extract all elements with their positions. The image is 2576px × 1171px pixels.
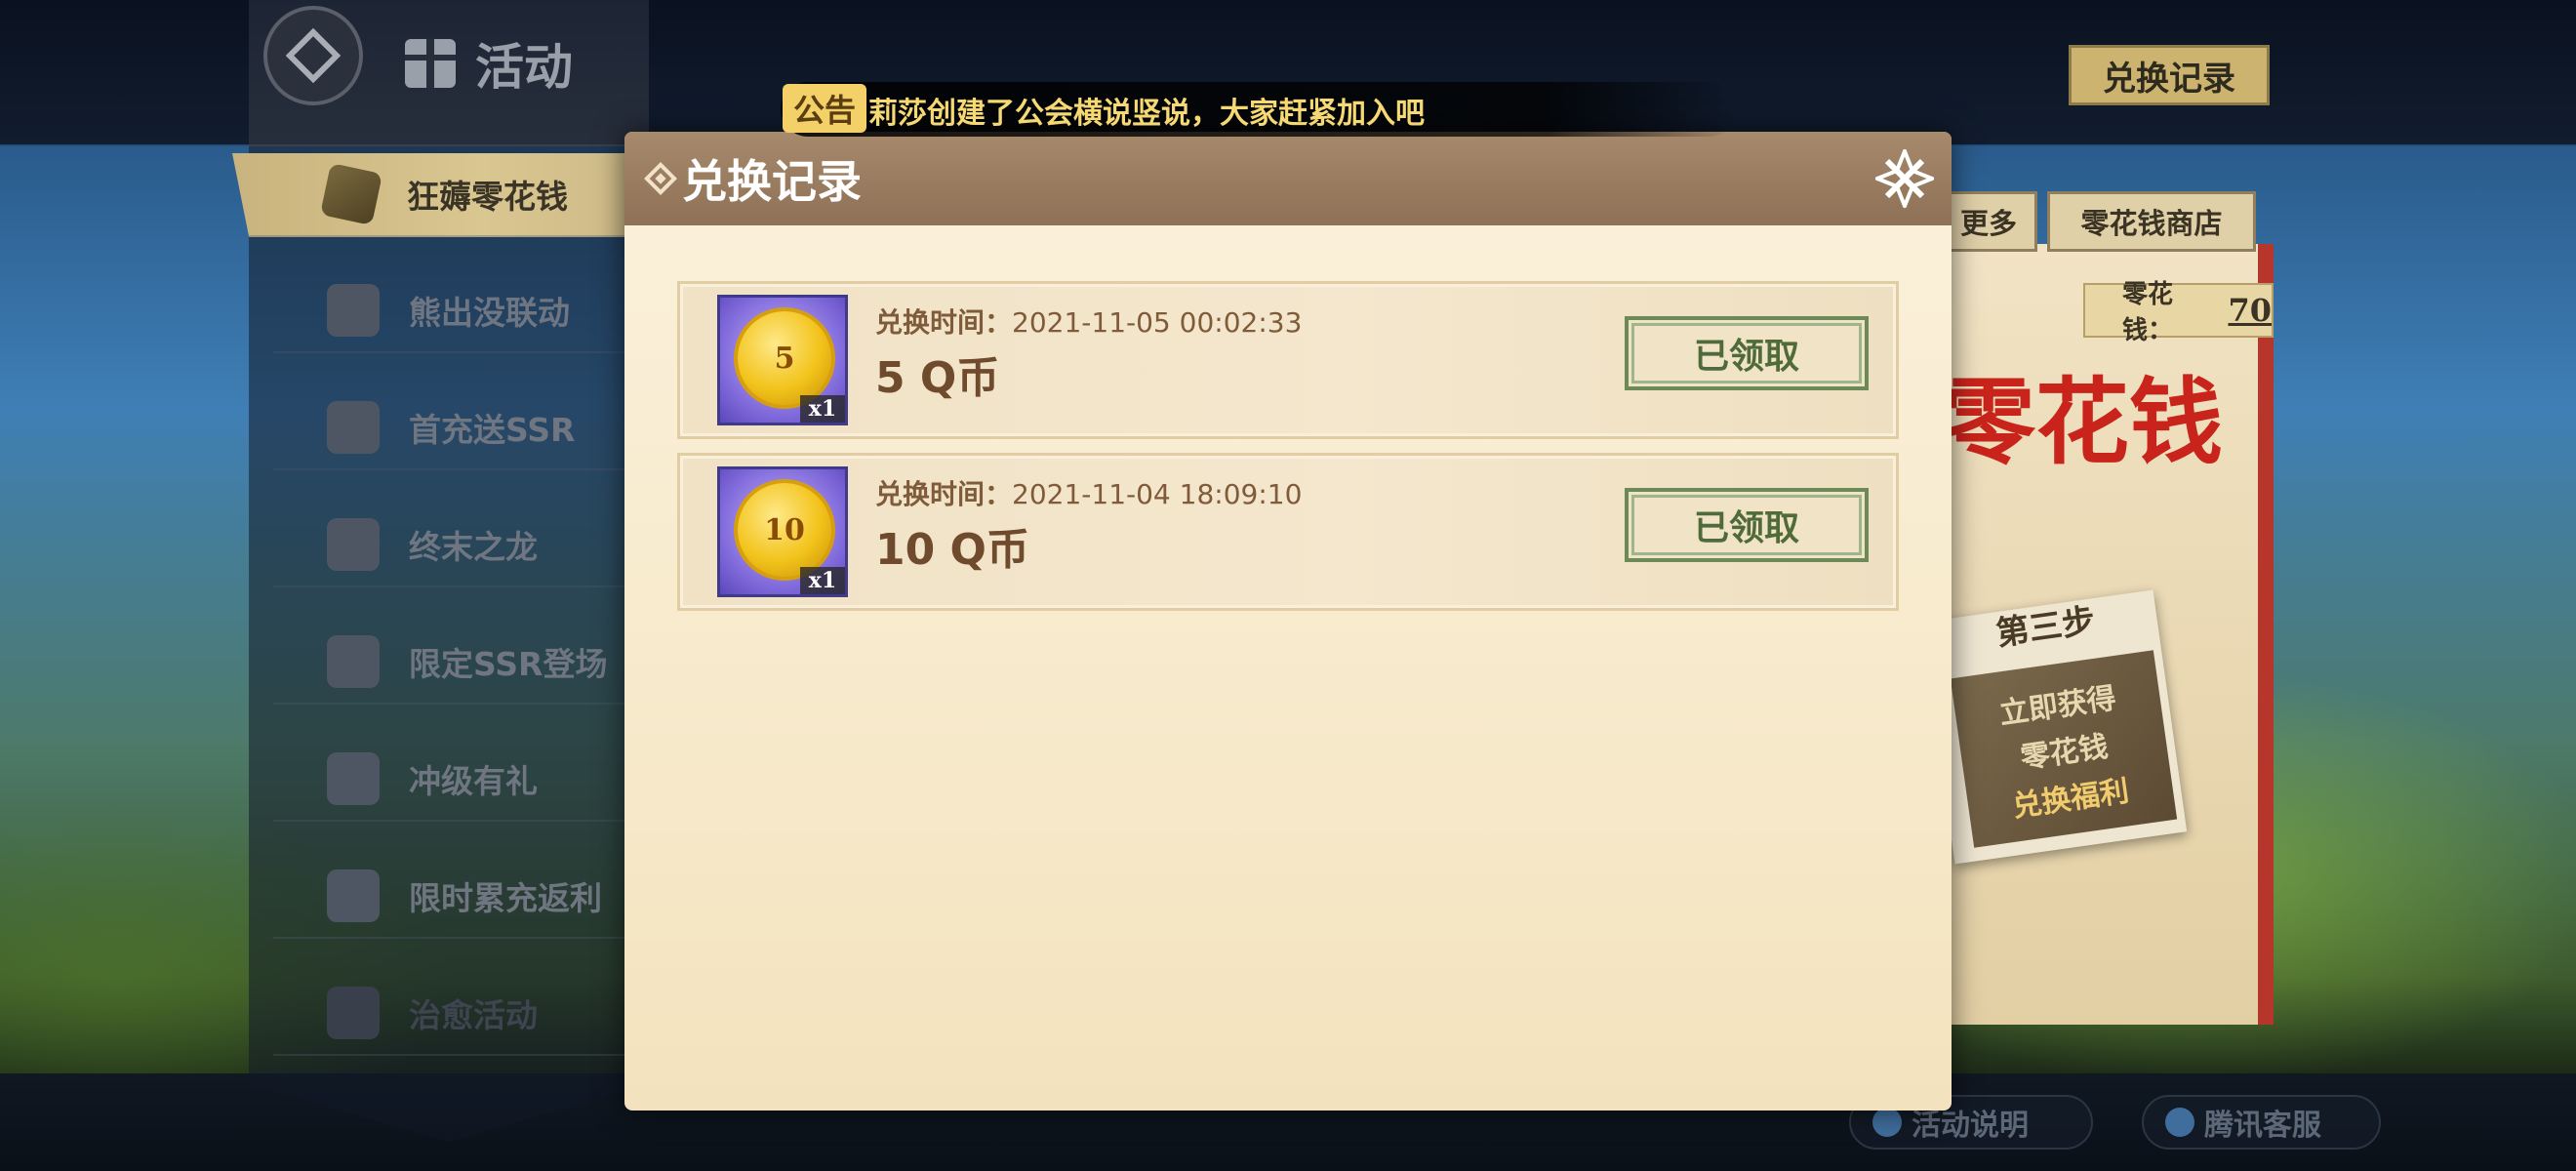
- record-time-value: 2021-11-04 18:09:10: [1012, 478, 1303, 510]
- customer-service-button[interactable]: 腾讯客服: [2142, 1095, 2381, 1150]
- sidebar-title: 活动: [405, 29, 573, 98]
- tab-allowance-shop[interactable]: 零花钱商店: [2047, 191, 2256, 252]
- quantity-badge: x1: [800, 395, 845, 423]
- record-time-value: 2021-11-05 00:02:33: [1012, 306, 1303, 339]
- dragon-icon: [327, 518, 380, 571]
- back-button[interactable]: [263, 6, 363, 105]
- sidebar-item-label: 狂薅零花钱: [407, 178, 568, 216]
- cake-icon: [327, 752, 380, 805]
- record-row: 5 x1 兑换时间：2021-11-05 00:02:33 5 Q币 已领取: [677, 281, 1899, 439]
- modal-header: 兑换记录: [624, 132, 1952, 225]
- record-time: 兑换时间：2021-11-05 00:02:33: [875, 302, 1302, 341]
- bear-icon: [327, 284, 380, 337]
- event-icon: [327, 987, 380, 1039]
- record-time-label: 兑换时间：: [875, 478, 1013, 510]
- tab-more[interactable]: 更多: [1940, 191, 2037, 252]
- exchange-record-button[interactable]: 兑换记录: [2069, 45, 2270, 105]
- claimed-button[interactable]: 已领取: [1625, 316, 1869, 390]
- sidebar-item-level-up-gift[interactable]: 冲级有礼: [273, 738, 634, 822]
- event-big-title: 零花钱: [1942, 367, 2223, 477]
- sidebar-item-limited-ssr[interactable]: 限定SSR登场: [273, 621, 634, 705]
- sidebar-item-label: 冲级有礼: [409, 762, 538, 800]
- reward-item-frame: 5 x1: [717, 295, 848, 425]
- allowance-value: 70: [2228, 292, 2272, 329]
- sidebar-item-label: 限定SSR登场: [409, 645, 608, 683]
- sidebar-item-label: 首充送SSR: [409, 411, 576, 449]
- sidebar-item-label: 终末之龙: [409, 528, 538, 566]
- allowance-counter: 零花钱： 70: [2083, 280, 2274, 345]
- sidebar-item-label: 治愈活动: [409, 996, 538, 1034]
- exchange-record-modal: 兑换记录 5 x1 兑换时间：2021-11-05 00:02:33 5 Q币 …: [624, 132, 1952, 1110]
- sidebar-item-label: 限时累充返利: [409, 879, 602, 917]
- back-diamond-icon: [285, 27, 342, 84]
- sidebar-item-heal-event[interactable]: 治愈活动: [273, 972, 634, 1056]
- gem-icon: [327, 869, 380, 922]
- sidebar-item-recharge-rebate[interactable]: 限时累充返利: [273, 855, 634, 939]
- figure-icon: [327, 635, 380, 688]
- gift-icon: [405, 39, 456, 88]
- sidebar-title-text: 活动: [475, 39, 573, 96]
- sidebar-item-final-dragon[interactable]: 终末之龙: [273, 504, 634, 587]
- step-line: 零花钱: [2018, 729, 2111, 776]
- customer-service-label: 腾讯客服: [2204, 1109, 2321, 1143]
- record-list: 5 x1 兑换时间：2021-11-05 00:02:33 5 Q币 已领取 1…: [677, 281, 1899, 625]
- record-time-label: 兑换时间：: [875, 306, 1013, 339]
- q-coin-icon: 10: [734, 479, 835, 581]
- gem-icon: [319, 162, 383, 226]
- allowance-label: 零花钱：: [2122, 280, 2174, 345]
- close-button[interactable]: [1875, 149, 1934, 208]
- headset-icon: [2165, 1108, 2194, 1137]
- sidebar-item-allowance[interactable]: 狂薅零花钱: [232, 153, 652, 237]
- gift-box-icon: [327, 401, 380, 454]
- announcement-badge: 公告: [783, 84, 866, 133]
- record-row: 10 x1 兑换时间：2021-11-04 18:09:10 10 Q币 已领取: [677, 453, 1899, 611]
- step-photo: 立即获得 零花钱 兑换福利: [1950, 650, 2178, 848]
- record-reward-name: 10 Q币: [875, 525, 1029, 575]
- q-coin-icon: 5: [734, 307, 835, 409]
- diamond-icon: [644, 162, 677, 195]
- record-reward-name: 5 Q币: [875, 353, 1000, 403]
- reward-item-frame: 10 x1: [717, 466, 848, 597]
- close-icon: [1875, 149, 1934, 208]
- sidebar-item-first-recharge[interactable]: 首充送SSR: [273, 386, 634, 470]
- quantity-badge: x1: [800, 567, 845, 594]
- modal-title-text: 兑换记录: [682, 155, 862, 208]
- modal-title: 兑换记录: [644, 145, 862, 212]
- question-icon: [1872, 1108, 1902, 1137]
- record-time: 兑换时间：2021-11-04 18:09:10: [875, 473, 1302, 512]
- announcement-text: 莉莎创建了公会横说竖说，大家赶紧加入吧: [868, 97, 1425, 131]
- claimed-button[interactable]: 已领取: [1625, 488, 1869, 562]
- sidebar-item-boonie-bears[interactable]: 熊出没联动: [273, 269, 634, 353]
- sidebar-item-label: 熊出没联动: [409, 294, 570, 332]
